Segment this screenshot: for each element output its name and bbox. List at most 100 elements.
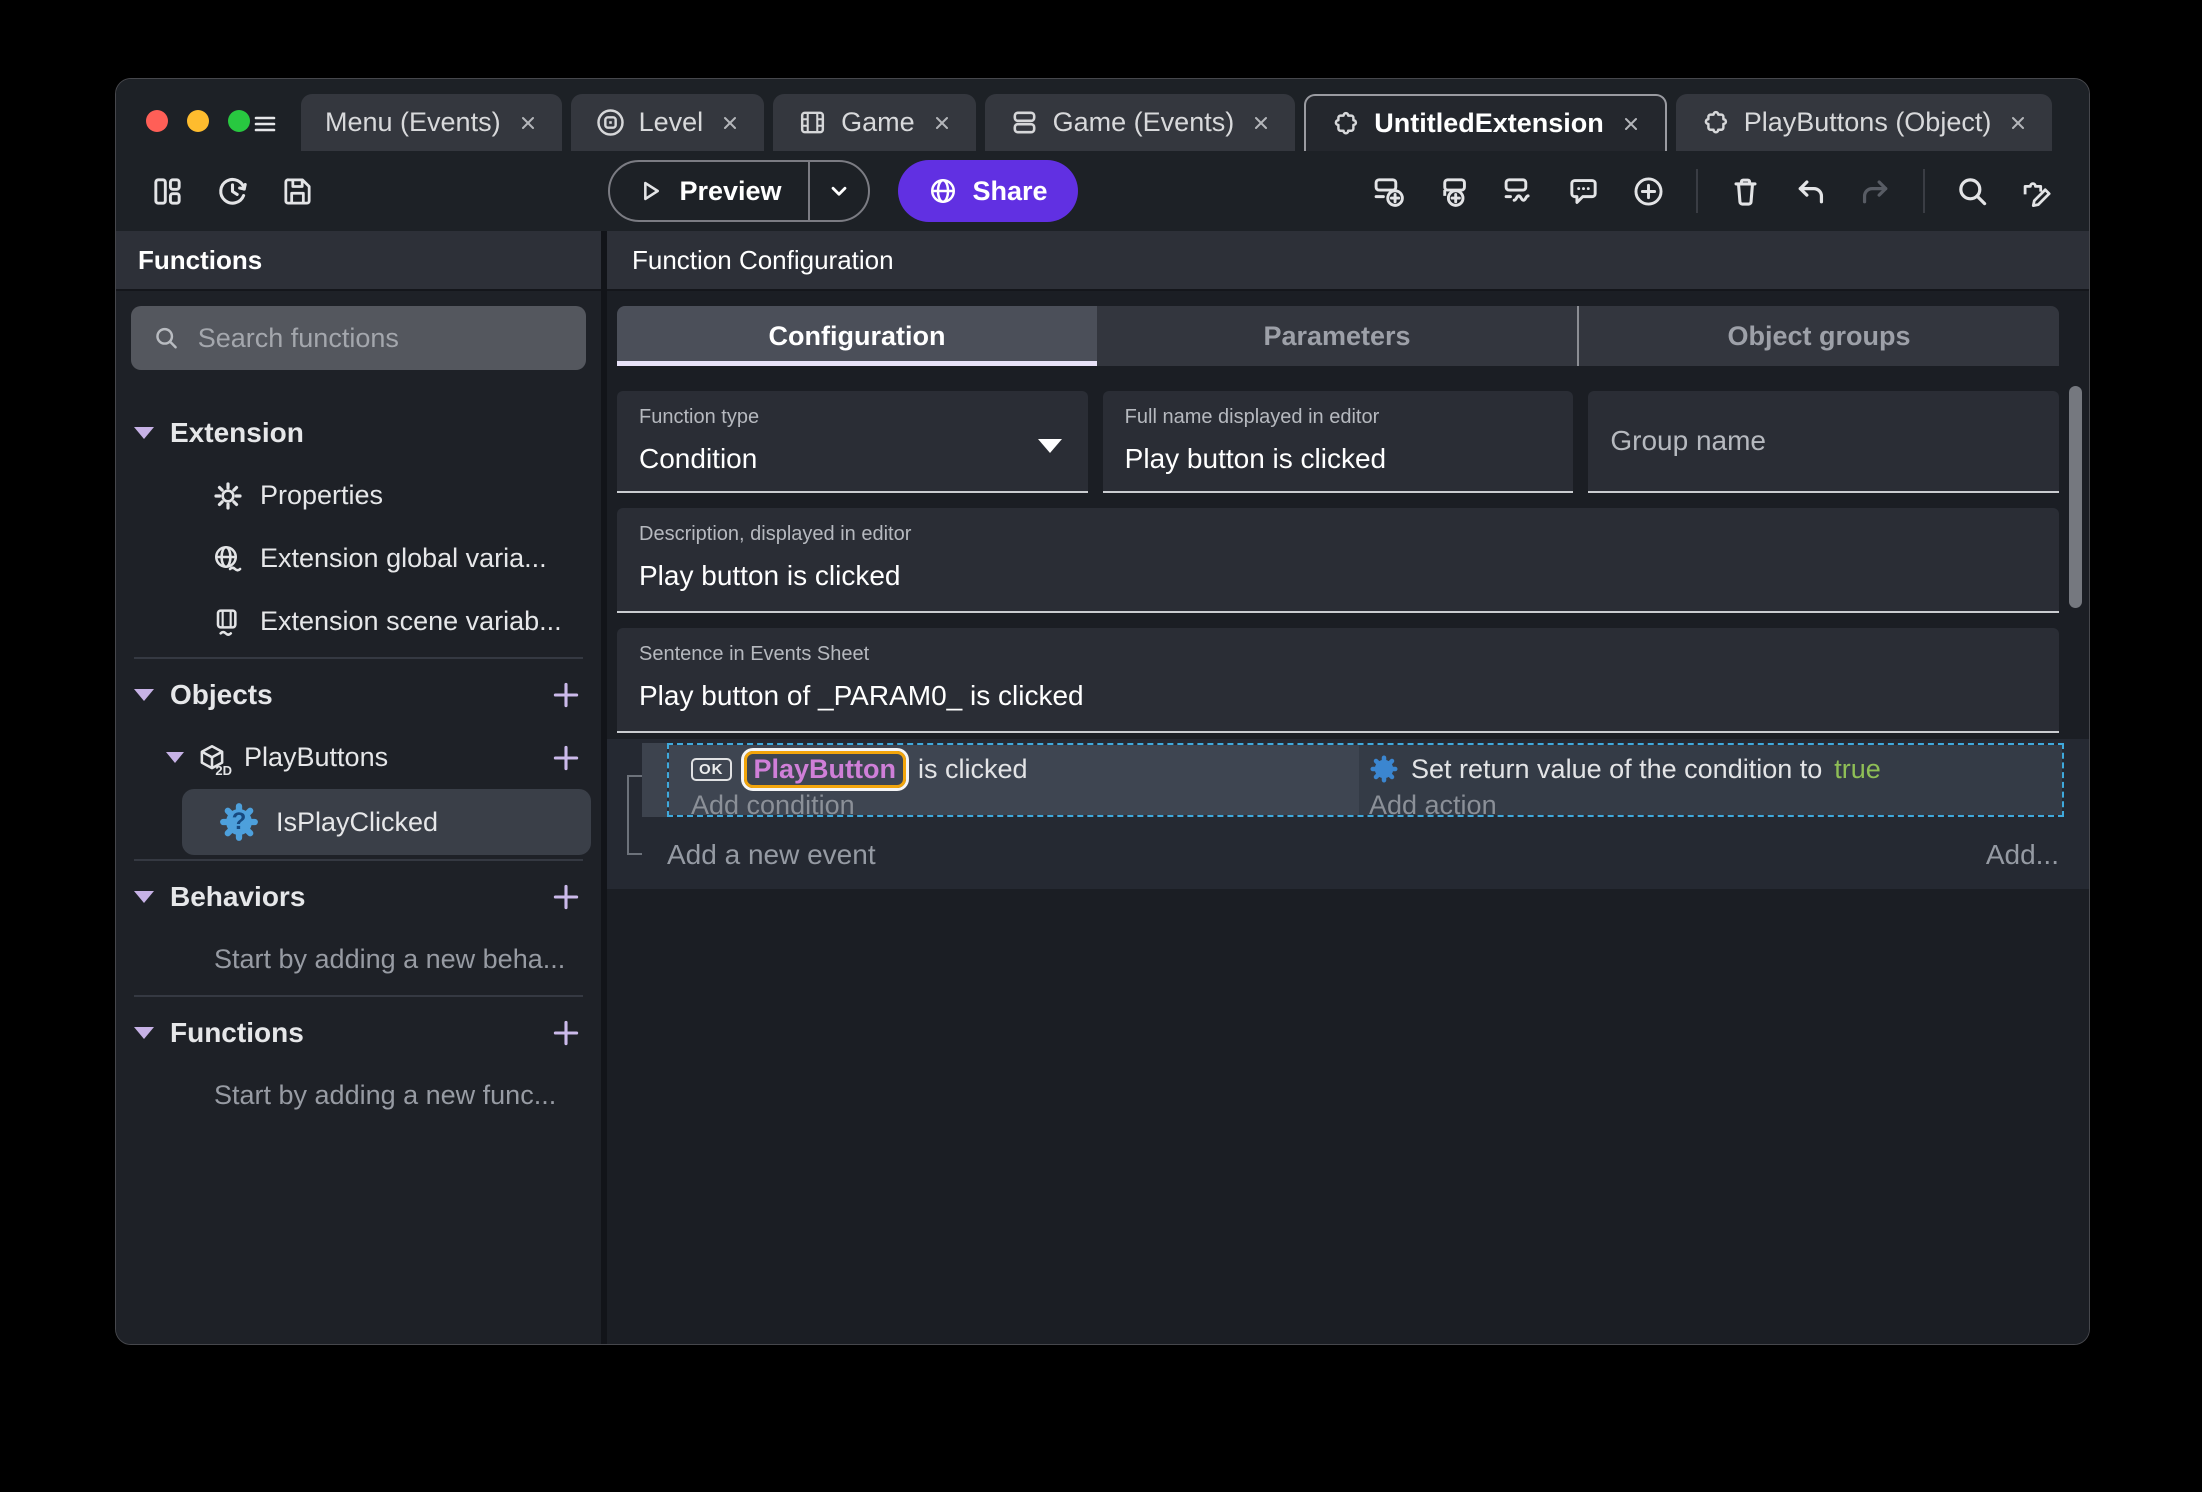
extension-puzzle-icon — [1330, 108, 1361, 139]
delete-icon[interactable] — [1728, 174, 1763, 209]
tree-item-isplayclicked-selected[interactable]: ? IsPlayClicked — [182, 789, 591, 855]
extension-puzzle-icon — [1700, 107, 1731, 138]
add-condition-link[interactable]: Add condition — [691, 790, 1359, 821]
add-action-link[interactable]: Add action — [1369, 790, 2062, 821]
section-label: Functions — [170, 1016, 304, 1048]
app-menu-icon[interactable] — [249, 112, 281, 136]
titlebar: Menu (Events) Level Game Game (Events) U — [116, 79, 2089, 151]
button-ok-icon: OK — [691, 757, 732, 781]
scene-film-icon — [797, 107, 828, 138]
action-instruction[interactable]: Set return value of the condition to tru… — [1369, 750, 2062, 788]
project-manager-icon[interactable] — [150, 174, 185, 209]
close-icon[interactable] — [518, 113, 538, 133]
condition-instruction[interactable]: OK PlayButton is clicked — [691, 750, 1359, 788]
close-icon[interactable] — [720, 113, 740, 133]
condition-object-name[interactable]: PlayButton — [743, 750, 907, 788]
add-more-button[interactable]: Add... — [1986, 839, 2059, 871]
add-circle-icon[interactable] — [1631, 174, 1666, 209]
function-configuration-panel: Function Configuration Configuration Par… — [601, 231, 2089, 1344]
section-label: Objects — [170, 678, 273, 710]
preview-button[interactable]: Preview — [608, 160, 870, 222]
tree-item-properties[interactable]: Properties — [134, 464, 601, 527]
chevron-down-icon[interactable] — [166, 752, 184, 763]
search-functions-input[interactable] — [197, 322, 564, 354]
add-object-function-button[interactable] — [549, 741, 583, 775]
main-toolbar: Preview Share — [116, 151, 2089, 231]
add-other-event-icon[interactable] — [1501, 174, 1536, 209]
search-functions-box[interactable] — [131, 306, 586, 370]
item-label: Properties — [260, 480, 384, 510]
tree-item-global-variables[interactable]: Extension global varia... — [134, 527, 601, 590]
tab-label: Menu (Events) — [325, 107, 501, 137]
chevron-down-icon[interactable] — [134, 426, 154, 439]
functions-sidebar: Functions Extension Properties Extension… — [116, 231, 601, 1344]
conditions-column: OK PlayButton is clicked Add condition — [669, 745, 1359, 820]
vertical-scrollbar-thumb[interactable] — [2069, 386, 2082, 608]
tab-game[interactable]: Game — [773, 94, 976, 151]
undo-icon[interactable] — [1793, 174, 1828, 209]
close-window-button[interactable] — [146, 110, 168, 132]
dropdown-caret-icon — [1037, 439, 1062, 453]
item-label: Extension global varia... — [260, 543, 547, 573]
tab-label: Level — [638, 107, 704, 137]
share-button[interactable]: Share — [897, 160, 1078, 222]
chevron-down-icon[interactable] — [134, 1026, 154, 1039]
redo-icon[interactable] — [1858, 174, 1893, 209]
events-sheet-icon — [1009, 107, 1040, 138]
tab-untitled-extension[interactable]: UntitledExtension — [1304, 94, 1667, 151]
close-icon[interactable] — [1621, 114, 1641, 134]
edit-extension-icon[interactable] — [2020, 174, 2055, 209]
add-comment-icon[interactable] — [1566, 174, 1601, 209]
tree-section-objects[interactable]: Objects — [134, 663, 601, 726]
event-row-selected[interactable]: OK PlayButton is clicked Add condition S… — [642, 743, 2064, 820]
tab-level[interactable]: Level — [570, 94, 765, 151]
chevron-down-icon[interactable] — [134, 688, 154, 701]
condition-function-icon: ? — [218, 801, 260, 843]
close-icon[interactable] — [2008, 113, 2028, 133]
tab-object-groups[interactable]: Object groups — [1577, 306, 2059, 366]
group-name-field[interactable] — [1588, 391, 2060, 493]
tree-item-scene-variables[interactable]: Extension scene variab... — [134, 590, 601, 653]
tab-configuration[interactable]: Configuration — [617, 306, 1097, 366]
close-icon[interactable] — [932, 113, 952, 133]
field-label: Description, displayed in editor — [639, 523, 912, 545]
function-type-select[interactable]: Function type Condition — [617, 391, 1088, 493]
scene-variable-icon — [212, 606, 244, 638]
tree-section-extension[interactable]: Extension — [134, 401, 601, 464]
zoom-window-button[interactable] — [228, 110, 250, 132]
add-behavior-button[interactable] — [549, 880, 583, 914]
chevron-down-icon[interactable] — [810, 178, 868, 204]
tree-item-playbuttons[interactable]: 2D PlayButtons — [134, 726, 601, 789]
tree-section-functions[interactable]: Functions — [134, 1001, 601, 1064]
add-object-button[interactable] — [549, 678, 583, 712]
behaviors-empty-hint: Start by adding a new beha... — [214, 944, 566, 974]
tab-parameters[interactable]: Parameters — [1097, 306, 1577, 366]
group-name-input[interactable] — [1610, 391, 2038, 491]
add-event-icon[interactable] — [1371, 174, 1406, 209]
add-function-button[interactable] — [549, 1016, 583, 1050]
event-drag-handle[interactable] — [642, 743, 667, 817]
tab-playbuttons-object[interactable]: PlayButtons (Object) — [1675, 94, 2053, 151]
search-icon[interactable] — [1955, 174, 1990, 209]
save-icon[interactable] — [280, 174, 315, 209]
full-name-field[interactable]: Full name displayed in editor Play butto… — [1102, 391, 1574, 493]
tab-menu-events[interactable]: Menu (Events) — [301, 94, 562, 151]
tab-game-events[interactable]: Game (Events) — [984, 94, 1296, 151]
close-icon[interactable] — [1251, 113, 1271, 133]
search-icon — [153, 323, 180, 353]
scene-level-icon — [595, 107, 626, 138]
add-subevent-icon[interactable] — [1436, 174, 1471, 209]
panel-title: Function Configuration — [607, 231, 2089, 291]
chevron-down-icon[interactable] — [134, 890, 154, 903]
field-label: Full name displayed in editor — [1124, 406, 1380, 428]
field-label: Sentence in Events Sheet — [639, 643, 870, 665]
sentence-field[interactable]: Sentence in Events Sheet Play button of … — [617, 628, 2059, 733]
event-indent-bracket — [627, 775, 642, 855]
events-sheet: OK PlayButton is clicked Add condition S… — [607, 739, 2089, 889]
description-field[interactable]: Description, displayed in editor Play bu… — [617, 508, 2059, 613]
tree-section-behaviors[interactable]: Behaviors — [134, 865, 601, 928]
minimize-window-button[interactable] — [187, 110, 209, 132]
add-new-event-link[interactable]: Add a new event — [667, 839, 876, 871]
tree-divider — [134, 995, 583, 997]
version-history-icon[interactable] — [215, 174, 250, 209]
